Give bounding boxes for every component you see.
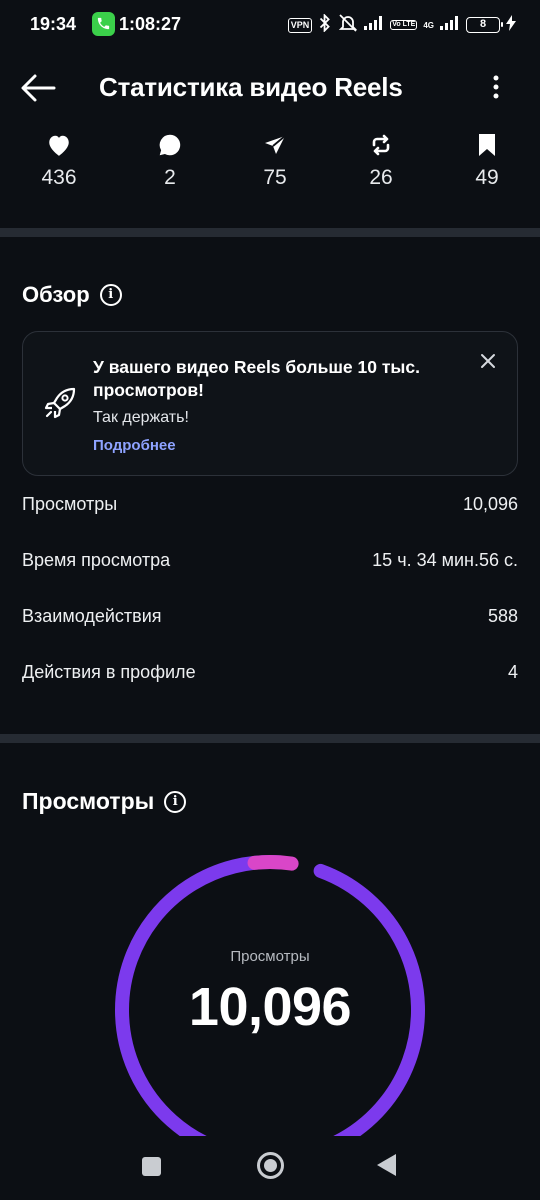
recent-apps-button[interactable] bbox=[142, 1157, 161, 1176]
engagement-stats: 436 2 75 26 49 bbox=[0, 130, 540, 200]
metric-row-watch-time: Время просмотра 15 ч. 34 мин.56 с. bbox=[22, 546, 518, 576]
metric-value: 10,096 bbox=[462, 494, 518, 514]
comment-icon bbox=[130, 130, 210, 160]
info-icon[interactable]: i bbox=[164, 790, 187, 813]
vpn-badge: VPN bbox=[287, 17, 313, 33]
battery-icon: 8 bbox=[466, 17, 503, 33]
volte-badge: Vo LTE bbox=[390, 20, 418, 30]
metric-row-profile-actions: Действия в профиле 4 bbox=[22, 658, 518, 688]
stat-value: 436 bbox=[41, 166, 77, 189]
repost-icon bbox=[341, 130, 421, 160]
overview-heading: Обзор i bbox=[22, 282, 122, 308]
charging-icon bbox=[506, 14, 516, 36]
system-nav-bar bbox=[0, 1136, 540, 1200]
signal-icon-1 bbox=[364, 15, 384, 35]
banner-title: У вашего видео Reels больше 10 тыс. прос… bbox=[93, 357, 420, 400]
stat-comments: 2 bbox=[130, 130, 210, 190]
network-type: 4G bbox=[423, 20, 434, 30]
stat-value: 75 bbox=[263, 166, 287, 189]
close-icon[interactable] bbox=[479, 352, 497, 370]
stat-value: 2 bbox=[164, 166, 176, 189]
share-icon bbox=[235, 130, 315, 160]
stat-value: 49 bbox=[475, 166, 499, 189]
back-arrow-icon[interactable] bbox=[20, 72, 56, 104]
back-button[interactable] bbox=[377, 1154, 396, 1176]
metric-value: 588 bbox=[487, 606, 518, 626]
metric-label: Просмотры bbox=[22, 494, 118, 514]
more-options-icon[interactable] bbox=[484, 72, 508, 102]
metric-row-interactions: Взаимодействия 588 bbox=[22, 602, 518, 632]
heart-icon bbox=[19, 130, 99, 160]
stat-saves: 49 bbox=[447, 130, 527, 190]
mute-bell-icon bbox=[338, 13, 358, 37]
donut-label: Просмотры bbox=[230, 948, 310, 965]
metric-row-views: Просмотры 10,096 bbox=[22, 490, 518, 520]
phone-call-icon[interactable] bbox=[92, 12, 115, 36]
rocket-icon bbox=[43, 386, 77, 425]
banner-subtitle: Так держать! bbox=[93, 409, 189, 426]
home-button[interactable] bbox=[257, 1152, 284, 1179]
bluetooth-icon bbox=[318, 12, 332, 37]
metric-label: Взаимодействия bbox=[22, 606, 162, 626]
stat-value: 26 bbox=[369, 166, 393, 189]
views-heading: Просмотры i bbox=[22, 788, 187, 815]
metric-label: Время просмотра bbox=[22, 550, 171, 570]
metric-value: 4 bbox=[507, 662, 518, 682]
page-title: Статистика видео Reels bbox=[99, 72, 403, 102]
section-divider bbox=[0, 734, 540, 743]
section-divider bbox=[0, 228, 540, 237]
views-title: Просмотры bbox=[22, 788, 155, 814]
learn-more-link[interactable]: Подробнее bbox=[93, 437, 176, 454]
signal-icon-2 bbox=[440, 15, 460, 35]
bookmark-icon bbox=[447, 130, 527, 160]
stat-reposts: 26 bbox=[341, 130, 421, 190]
donut-total-views: 10,096 bbox=[188, 977, 352, 1037]
overview-title: Обзор bbox=[22, 282, 90, 307]
status-icons: VPN Vo LTE 4G 8 bbox=[287, 12, 516, 37]
milestone-banner: У вашего видео Reels больше 10 тыс. прос… bbox=[22, 331, 518, 476]
metric-value: 15 ч. 34 мин.56 с. bbox=[372, 550, 518, 570]
status-bar: 19:34 1:08:27 VPN Vo LTE 4G 8 bbox=[0, 0, 540, 50]
status-time: 19:34 bbox=[30, 14, 77, 34]
call-duration: 1:08:27 bbox=[119, 14, 182, 34]
metric-label: Действия в профиле bbox=[22, 662, 196, 682]
stat-shares: 75 bbox=[235, 130, 315, 190]
stat-likes: 436 bbox=[19, 130, 99, 190]
info-icon[interactable]: i bbox=[99, 284, 122, 306]
app-header: Статистика видео Reels bbox=[0, 60, 540, 116]
